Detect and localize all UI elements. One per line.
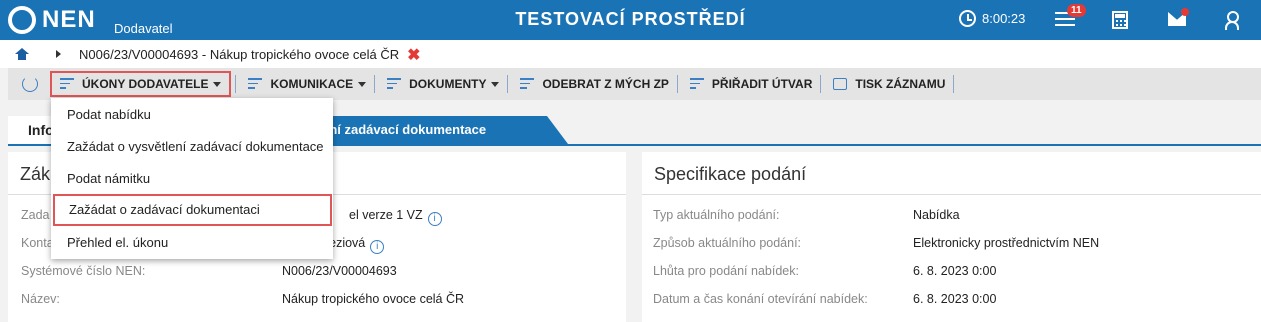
detail-row: Způsob aktuálního podání: Elektronicky p… — [653, 236, 1253, 252]
separator — [676, 75, 678, 93]
nen-logo-icon — [8, 6, 36, 34]
row-label: Typ aktuálního podání: — [653, 208, 780, 222]
info-icon[interactable]: i — [427, 212, 442, 226]
row-value: N006/23/V00004693 — [282, 264, 397, 278]
toolbar: ÚKONY DODAVATELE KOMUNIKACE DOKUMENTY OD… — [8, 68, 1261, 100]
row-label: Způsob aktuálního podání: — [653, 236, 802, 250]
refresh-icon[interactable] — [22, 76, 38, 92]
row-label: Lhůta pro podání nabídek: — [653, 264, 799, 278]
panel-title: Specifikace podání — [642, 152, 1261, 195]
priradit-utvar-button[interactable]: PŘIŘADIT ÚTVAR — [682, 71, 820, 97]
menu-item-zadat-o-zadavaci-dokumentaci[interactable]: Zažádat o zadávací dokumentaci — [53, 194, 332, 226]
detail-row: Systémové číslo NEN: N006/23/V00004693 — [21, 264, 621, 280]
close-icon[interactable]: ✖ — [407, 45, 420, 64]
separator — [820, 75, 822, 93]
list-icon — [689, 78, 704, 90]
logo-text: NEN — [42, 6, 96, 33]
dokumenty-label: DOKUMENTY — [409, 77, 487, 91]
separator — [374, 75, 376, 93]
breadcrumb: N006/23/V00004693 - Nákup tropického ovo… — [0, 40, 1261, 68]
specifikace-podani-panel: Specifikace podání Typ aktuálního podání… — [642, 152, 1261, 322]
row-value: el verze 1 VZ i — [349, 208, 442, 226]
separator — [507, 75, 509, 93]
list-icon — [248, 78, 263, 90]
breadcrumb-current: N006/23/V00004693 - Nákup tropického ovo… — [79, 46, 400, 62]
row-value: Nabídka — [913, 208, 960, 222]
caret-down-icon — [358, 81, 367, 87]
ukony-dodavatele-button[interactable]: ÚKONY DODAVATELE — [50, 71, 232, 97]
nen-logo[interactable]: NEN — [8, 5, 96, 35]
logo-subtitle: Dodavatel — [114, 21, 173, 36]
list-icon — [387, 78, 402, 90]
row-value: Elektronicky prostřednictvím NEN — [913, 236, 1100, 250]
notification-badge: 11 — [1067, 4, 1086, 17]
dokumenty-button[interactable]: DOKUMENTY — [379, 71, 507, 97]
row-label: Systémové číslo NEN: — [21, 264, 146, 278]
row-label: Konta — [21, 236, 54, 250]
row-value: 6. 8. 2023 0:00 — [913, 292, 997, 306]
calculator-icon[interactable] — [1112, 11, 1128, 29]
tisk-label: TISK ZÁZNAMU — [855, 77, 946, 91]
menu-item-prehled-el-ukonu[interactable]: Přehled el. úkonu — [51, 227, 333, 259]
priradit-label: PŘIŘADIT ÚTVAR — [711, 77, 813, 91]
row-label: Datum a čas konání otevírání nabídek: — [653, 292, 868, 306]
home-icon[interactable] — [15, 48, 29, 60]
odebrat-button[interactable]: ODEBRAT Z MÝCH ZP — [512, 71, 676, 97]
session-clock: 8:00:23 — [959, 10, 1025, 27]
detail-row: Datum a čas konání otevírání nabídek: 6.… — [653, 292, 1253, 308]
menu-item-zadat-o-vysvetleni[interactable]: Zažádat o vysvětlení zadávací dokumentac… — [51, 131, 333, 163]
tisk-zaznamu-button[interactable]: TISK ZÁZNAMU — [825, 71, 953, 97]
top-bar: NEN Dodavatel TESTOVACÍ PROSTŘEDÍ 8:00:2… — [0, 0, 1261, 40]
komunikace-button[interactable]: KOMUNIKACE — [240, 71, 374, 97]
detail-row: Název: Nákup tropického ovoce celá ČR — [21, 292, 621, 308]
odebrat-label: ODEBRAT Z MÝCH ZP — [542, 77, 669, 91]
clock-icon — [959, 10, 976, 27]
row-value-text: el verze 1 VZ — [349, 208, 423, 222]
detail-row: Lhůta pro podání nabídek: 6. 8. 2023 0:0… — [653, 264, 1253, 280]
separator — [235, 75, 237, 93]
ukony-label: ÚKONY DODAVATELE — [82, 77, 209, 91]
list-icon — [60, 78, 74, 90]
list-icon — [520, 78, 535, 90]
komunikace-label: KOMUNIKACE — [270, 77, 354, 91]
separator — [953, 75, 955, 93]
row-value: Nákup tropického ovoce celá ČR — [282, 292, 465, 306]
caret-down-icon — [491, 81, 500, 87]
caret-down-icon — [213, 81, 222, 87]
info-icon[interactable]: i — [370, 240, 385, 254]
clock-text: 8:00:23 — [982, 11, 1026, 26]
row-label: Název: — [21, 292, 60, 306]
ukony-dropdown-menu: Podat nabídku Zažádat o vysvětlení zadáv… — [51, 98, 333, 259]
row-label: Zada — [21, 208, 50, 222]
menu-item-podat-namitku[interactable]: Podat námitku — [51, 163, 333, 195]
chevron-right-icon — [56, 50, 61, 58]
user-icon[interactable] — [1225, 11, 1239, 30]
row-value: 6. 8. 2023 0:00 — [913, 264, 997, 278]
mail-unread-dot — [1181, 8, 1189, 16]
detail-row: Typ aktuálního podání: Nabídka — [653, 208, 1253, 224]
menu-item-podat-nabidku[interactable]: Podat nabídku — [51, 99, 333, 131]
printer-icon — [833, 78, 848, 90]
